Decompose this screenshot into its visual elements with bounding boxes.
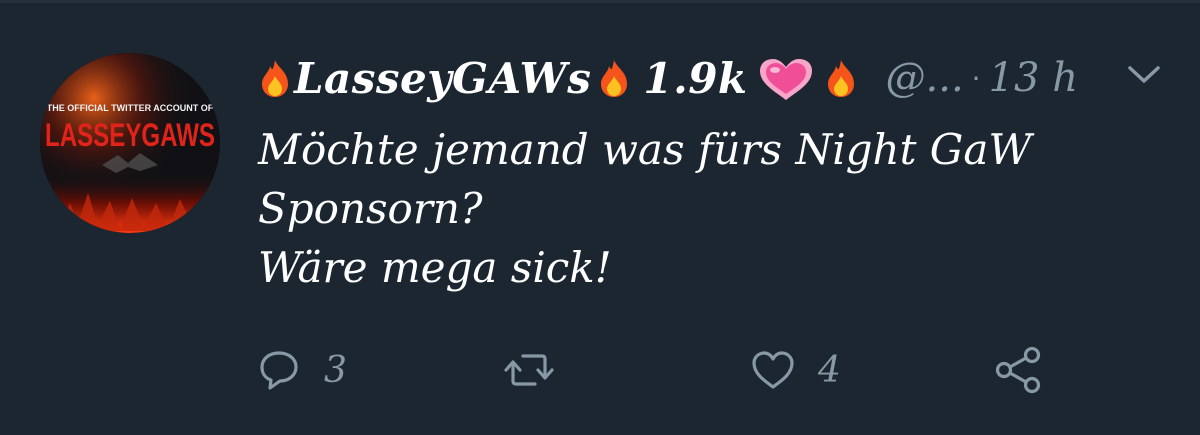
tweet-line: Sponsorn? bbox=[258, 184, 483, 233]
follower-count: 1.9k bbox=[643, 53, 748, 103]
tweet-line: Wäre mega sick! bbox=[258, 243, 612, 292]
timestamp[interactable]: 13 h bbox=[989, 55, 1078, 101]
tweet-header: LasseyGAWs 1.9k @... · 13 h bbox=[258, 50, 1078, 106]
like-count: 4 bbox=[818, 349, 841, 391]
fire-icon bbox=[824, 58, 858, 98]
reply-count: 3 bbox=[324, 349, 347, 391]
avatar[interactable]: THE OFFICIAL TWITTER ACCOUNT OF LASSEYGA… bbox=[40, 53, 220, 233]
avatar-main-text: LASSEYGAWS bbox=[45, 117, 215, 153]
growing-heart-icon bbox=[758, 58, 814, 100]
action-bar: 3 4 bbox=[0, 340, 1200, 400]
separator-dot: · bbox=[971, 61, 981, 95]
display-name[interactable]: LasseyGAWs bbox=[294, 54, 591, 103]
reply-button[interactable]: 3 bbox=[256, 340, 347, 400]
tweet-line: Möchte jemand was fürs Night GaW bbox=[258, 125, 1032, 174]
fire-icon bbox=[258, 58, 292, 98]
retweet-icon bbox=[503, 347, 555, 393]
tweet-text: Möchte jemand was fürs Night GaW Sponsor… bbox=[258, 120, 1158, 297]
top-divider bbox=[0, 0, 1200, 3]
chevron-down-icon[interactable] bbox=[1124, 62, 1164, 88]
like-icon bbox=[750, 347, 796, 393]
share-button[interactable] bbox=[994, 340, 1044, 400]
like-button[interactable]: 4 bbox=[750, 340, 841, 400]
fire-icon bbox=[597, 58, 631, 98]
retweet-button[interactable] bbox=[503, 340, 577, 400]
avatar-top-text: THE OFFICIAL TWITTER ACCOUNT OF bbox=[47, 103, 214, 113]
user-handle[interactable]: @... bbox=[886, 55, 964, 101]
share-icon bbox=[994, 345, 1044, 395]
reply-icon bbox=[256, 347, 302, 393]
